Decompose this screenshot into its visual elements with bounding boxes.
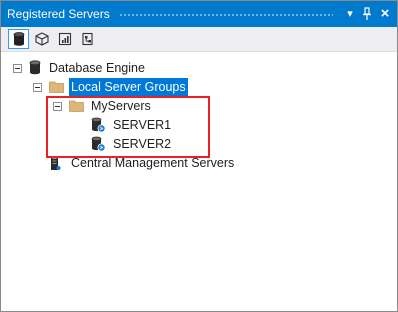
tree-node-label: Database Engine [49, 61, 145, 75]
analysis-services-tool-button[interactable] [31, 29, 52, 49]
tree-node-label: Local Server Groups [69, 78, 188, 96]
database-engine-icon [13, 32, 24, 46]
integration-services-icon [81, 32, 93, 46]
integration-services-tool-button[interactable] [77, 29, 98, 49]
analysis-services-icon [34, 32, 49, 46]
registered-servers-window: Registered Servers ▾ × Database Engine L… [0, 0, 398, 312]
window-title: Registered Servers [7, 7, 110, 21]
highlight-annotation-box [46, 96, 210, 158]
server-type-toolbar [1, 27, 397, 52]
collapse-toggle[interactable] [33, 83, 42, 92]
pin-icon[interactable] [359, 5, 375, 23]
database-engine-tool-button[interactable] [8, 29, 29, 49]
collapse-toggle[interactable] [13, 64, 22, 73]
title-bar-grip[interactable] [119, 13, 333, 18]
reporting-services-tool-button[interactable] [54, 29, 75, 49]
folder-icon [49, 81, 64, 93]
server-tree: Database Engine Local Server Groups MySe… [1, 53, 397, 311]
tree-node-local-server-groups[interactable]: Local Server Groups [31, 78, 231, 96]
tree-node-database-engine[interactable]: Database Engine [11, 59, 211, 77]
reporting-services-icon [58, 32, 71, 46]
chevron-down-icon[interactable]: ▾ [342, 5, 358, 23]
close-icon[interactable]: × [377, 5, 393, 23]
database-icon [29, 60, 41, 75]
title-bar[interactable]: Registered Servers ▾ × [1, 1, 397, 27]
